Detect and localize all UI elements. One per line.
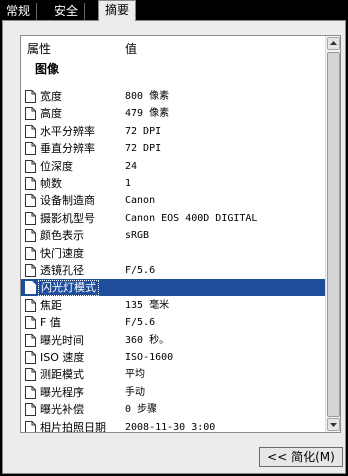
property-name: 位深度 xyxy=(40,159,73,173)
document-icon xyxy=(25,142,36,156)
property-name: 摄影机型号 xyxy=(40,211,95,225)
scrollbar-thumb[interactable] xyxy=(327,52,340,417)
table-row[interactable]: F 值 F/5.6 xyxy=(21,314,326,331)
document-icon xyxy=(25,177,36,190)
document-icon xyxy=(25,211,36,225)
property-value: sRGB xyxy=(125,230,150,242)
document-icon xyxy=(25,229,36,243)
property-name: ISO 速度 xyxy=(40,351,85,364)
property-value: Canon xyxy=(125,195,156,207)
document-icon xyxy=(25,333,36,347)
property-value: ISO-1600 xyxy=(125,352,174,363)
table-row[interactable]: 宽度 800 像素 xyxy=(21,88,326,105)
table-row[interactable]: 透镜孔径 F/5.6 xyxy=(21,262,326,279)
property-name: 垂直分辨率 xyxy=(40,142,95,156)
table-row[interactable]: 帧数 1 xyxy=(21,175,326,192)
property-value: 800 像素 xyxy=(125,91,170,102)
property-name: 高度 xyxy=(40,107,62,121)
tab-general[interactable]: 常规 xyxy=(0,3,38,20)
table-row[interactable]: 相片拍照日期 2008-11-30 3:00 xyxy=(21,419,326,433)
property-value: 479 像素 xyxy=(125,108,170,120)
document-icon xyxy=(25,90,36,103)
column-header-value[interactable]: 值 xyxy=(125,40,137,57)
document-icon xyxy=(25,368,36,382)
table-row[interactable]: 曝光补偿 0 步骤 xyxy=(21,401,326,418)
table-row[interactable]: 曝光时间 360 秒。 xyxy=(21,332,326,349)
simple-view-button[interactable]: << 简化(M) xyxy=(259,447,343,467)
table-row[interactable]: 测距模式 平均 xyxy=(21,366,326,383)
property-value: 1 xyxy=(125,178,132,189)
table-row[interactable]: ISO 速度 ISO-1600 xyxy=(21,349,326,366)
property-value: 2008-11-30 3:00 xyxy=(125,421,216,433)
table-row[interactable]: 设备制造商 Canon xyxy=(21,192,326,209)
document-icon xyxy=(25,194,36,208)
property-name: 相片拍照日期 xyxy=(40,420,106,433)
property-value: F/5.6 xyxy=(125,317,156,329)
property-list[interactable]: 属性 值 图像 宽度 800 像素 高度 479 像素 水平分辨率 72 DPI 垂直分辨率… xyxy=(20,35,341,433)
table-row[interactable]: 焦距 135 毫米 xyxy=(21,297,326,314)
vertical-scrollbar[interactable] xyxy=(325,36,340,432)
document-icon xyxy=(25,420,36,432)
property-name: 透镜孔径 xyxy=(40,264,84,277)
group-label-image: 图像 xyxy=(35,62,60,76)
property-name: 颜色表示 xyxy=(40,229,84,243)
property-name: 宽度 xyxy=(40,90,62,103)
table-row[interactable]: 快门速度 xyxy=(21,245,326,262)
property-name: 曝光程序 xyxy=(40,385,84,399)
property-name: 帧数 xyxy=(40,177,62,190)
document-icon xyxy=(25,264,36,277)
property-value: 平均 xyxy=(125,369,145,381)
arrow-up-icon xyxy=(330,41,337,45)
list-header: 属性 值 xyxy=(21,36,326,56)
document-icon xyxy=(25,246,36,260)
document-icon xyxy=(25,107,36,121)
table-row[interactable]: 颜色表示 sRGB xyxy=(21,227,326,244)
document-icon xyxy=(25,159,36,173)
tab-strip: 常规 安全 摘要 xyxy=(0,0,348,21)
property-name: 水平分辨率 xyxy=(40,124,95,138)
tab-summary[interactable]: 摘要 xyxy=(98,0,137,21)
document-icon xyxy=(25,316,36,330)
property-value: 135 毫米 xyxy=(125,299,170,311)
document-icon xyxy=(25,351,36,364)
property-name: 闪光灯模式 xyxy=(38,280,99,297)
tab-security[interactable]: 安全 xyxy=(48,3,86,20)
document-icon xyxy=(25,385,36,399)
property-value: 72 DPI xyxy=(125,125,162,137)
table-row[interactable]: 高度 479 像素 xyxy=(21,105,326,122)
scroll-up-button[interactable] xyxy=(327,37,340,50)
property-value: 72 DPI xyxy=(125,143,162,155)
table-row[interactable]: 闪光灯模式 xyxy=(21,279,326,297)
property-value: Canon EOS 400D DIGITAL xyxy=(125,212,258,224)
property-value: 360 秒。 xyxy=(125,334,170,346)
property-name: 设备制造商 xyxy=(40,194,95,208)
table-row[interactable]: 垂直分辨率 72 DPI xyxy=(21,140,326,157)
arrow-down-icon xyxy=(330,423,337,427)
scroll-down-button[interactable] xyxy=(327,418,340,431)
property-name: F 值 xyxy=(40,316,61,330)
property-name: 测距模式 xyxy=(40,368,84,382)
table-row[interactable]: 位深度 24 xyxy=(21,158,326,175)
property-value: F/5.6 xyxy=(125,265,156,276)
property-name: 曝光补偿 xyxy=(40,403,84,417)
column-header-property[interactable]: 属性 xyxy=(27,40,51,57)
table-row[interactable]: 摄影机型号 Canon EOS 400D DIGITAL xyxy=(21,210,326,227)
table-row[interactable]: 水平分辨率 72 DPI xyxy=(21,123,326,140)
document-icon xyxy=(25,281,36,295)
table-row[interactable]: 曝光程序 手动 xyxy=(21,384,326,401)
document-icon xyxy=(25,124,36,138)
properties-dialog: 属性 值 图像 宽度 800 像素 高度 479 像素 水平分辨率 72 DPI 垂直分辨率… xyxy=(2,20,346,474)
property-value: 0 步骤 xyxy=(125,404,158,416)
property-name: 快门速度 xyxy=(40,246,84,260)
property-value: 手动 xyxy=(125,386,145,398)
property-value: 24 xyxy=(125,160,138,172)
document-icon xyxy=(25,403,36,417)
property-name: 曝光时间 xyxy=(40,333,84,347)
property-name: 焦距 xyxy=(40,298,62,312)
document-icon xyxy=(25,298,36,312)
